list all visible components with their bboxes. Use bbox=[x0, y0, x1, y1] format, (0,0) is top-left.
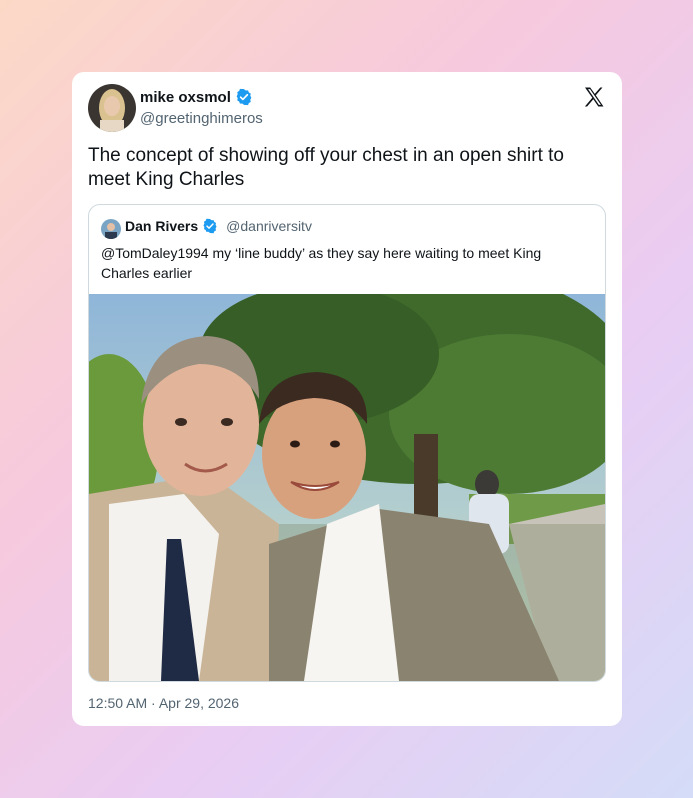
selfie-photo[interactable] bbox=[89, 264, 605, 681]
author-name-row: mike oxsmol bbox=[140, 88, 253, 106]
quoted-tweet-text: @TomDaley1994 my ‘line buddy’ as they sa… bbox=[101, 245, 542, 281]
quoted-author-name[interactable]: Dan Rivers bbox=[125, 218, 198, 234]
tweet-text: The concept of showing off your chest in… bbox=[88, 145, 564, 190]
quoted-tweet[interactable]: Dan Rivers @danriversitv @TomDaley1994 m… bbox=[88, 204, 606, 682]
tweet-timestamp[interactable]: 12:50 AM · Apr 29, 2026 bbox=[88, 695, 239, 711]
quoted-verified-badge-icon bbox=[202, 218, 218, 234]
verified-badge-icon bbox=[235, 88, 253, 106]
quoted-author-row: Dan Rivers @danriversitv bbox=[125, 218, 312, 234]
author-name[interactable]: mike oxsmol bbox=[140, 89, 231, 106]
author-avatar[interactable] bbox=[88, 84, 136, 132]
author-handle[interactable]: @greetinghimeros bbox=[140, 110, 263, 127]
tweet-card: mike oxsmol @greetinghimeros The concept… bbox=[72, 72, 622, 726]
x-logo-icon[interactable] bbox=[582, 85, 606, 109]
quoted-author-avatar[interactable] bbox=[101, 219, 121, 239]
quoted-author-handle[interactable]: @danriversitv bbox=[226, 218, 312, 234]
